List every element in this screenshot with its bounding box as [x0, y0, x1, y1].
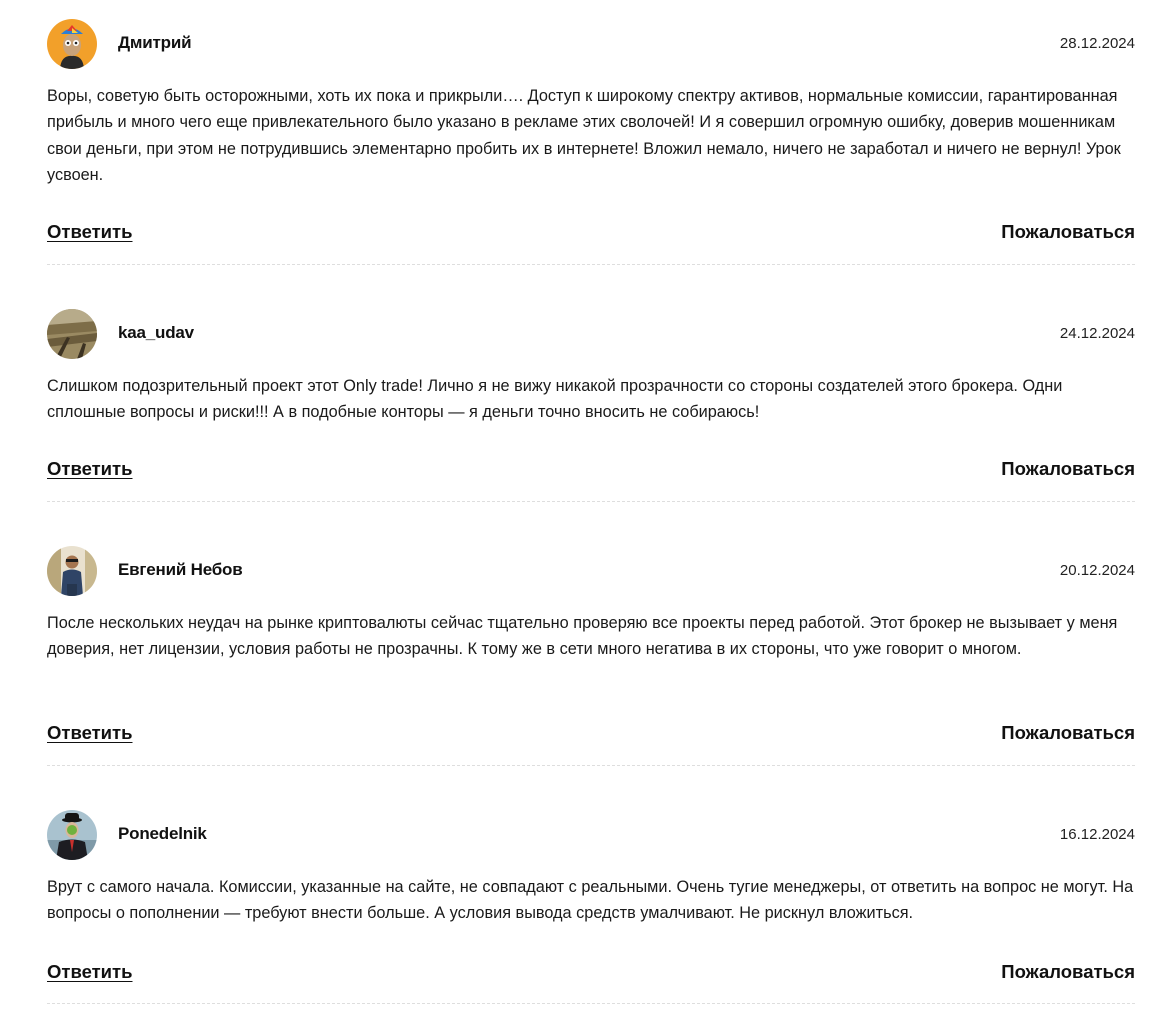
son-of-man-painting-avatar-icon	[47, 810, 97, 860]
comment-author: kaa_udav	[118, 323, 194, 342]
comment-header: Ponedelnik 16.12.2024	[47, 810, 1135, 860]
comment-author: Ponedelnik	[118, 824, 207, 843]
comment-item: kaa_udav 24.12.2024 Слишком подозрительн…	[47, 309, 1135, 502]
comment-date: 16.12.2024	[1059, 826, 1135, 843]
divider	[47, 1003, 1135, 1004]
comment-header: kaa_udav 24.12.2024	[47, 309, 1135, 359]
comment-text: После нескольких неудач на рынке криптов…	[47, 614, 1118, 659]
comment-text: Врут с самого начала. Комиссии, указанны…	[47, 878, 1134, 923]
avatar[interactable]	[47, 546, 97, 596]
comment-item: Евгений Небов 20.12.2024 После нескольки…	[47, 546, 1135, 766]
comment-date: 28.12.2024	[1059, 35, 1135, 52]
comment-author: Евгений Небов	[118, 560, 243, 579]
reply-link[interactable]: Ответить	[47, 221, 133, 243]
avatar[interactable]	[47, 19, 97, 69]
divider	[47, 264, 1135, 265]
report-button[interactable]: Пожаловаться	[1001, 458, 1135, 480]
reply-link[interactable]: Ответить	[47, 961, 133, 983]
cartoon-avatar-icon	[47, 19, 97, 69]
reply-link[interactable]: Ответить	[47, 722, 133, 744]
comment-actions: Ответить Пожаловаться	[47, 722, 1135, 748]
comment-text: Воры, советую быть осторожными, хоть их …	[47, 87, 1121, 185]
comment-header: Дмитрий 28.12.2024	[47, 19, 1135, 69]
avatar[interactable]	[47, 309, 97, 359]
comment-item: Дмитрий 28.12.2024 Воры, советую быть ос…	[47, 19, 1135, 265]
divider	[47, 765, 1135, 766]
divider	[47, 501, 1135, 502]
comment-actions: Ответить Пожаловаться	[47, 961, 1135, 987]
report-button[interactable]: Пожаловаться	[1001, 221, 1135, 243]
comment-date: 24.12.2024	[1059, 325, 1135, 342]
comment-text: Слишком подозрительный проект этот Only …	[47, 377, 1063, 422]
comment-author: Дмитрий	[118, 33, 192, 52]
comment-header: Евгений Небов 20.12.2024	[47, 546, 1135, 596]
comment-actions: Ответить Пожаловаться	[47, 221, 1135, 247]
reply-link[interactable]: Ответить	[47, 458, 133, 480]
comment-item: Ponedelnik 16.12.2024 Врут с самого нача…	[47, 810, 1135, 1004]
comment-date: 20.12.2024	[1059, 562, 1135, 579]
landscape-photo-avatar-icon	[47, 309, 97, 359]
comment-actions: Ответить Пожаловаться	[47, 458, 1135, 484]
report-button[interactable]: Пожаловаться	[1001, 722, 1135, 744]
avatar[interactable]	[47, 810, 97, 860]
person-photo-avatar-icon	[47, 546, 97, 596]
report-button[interactable]: Пожаловаться	[1001, 961, 1135, 983]
